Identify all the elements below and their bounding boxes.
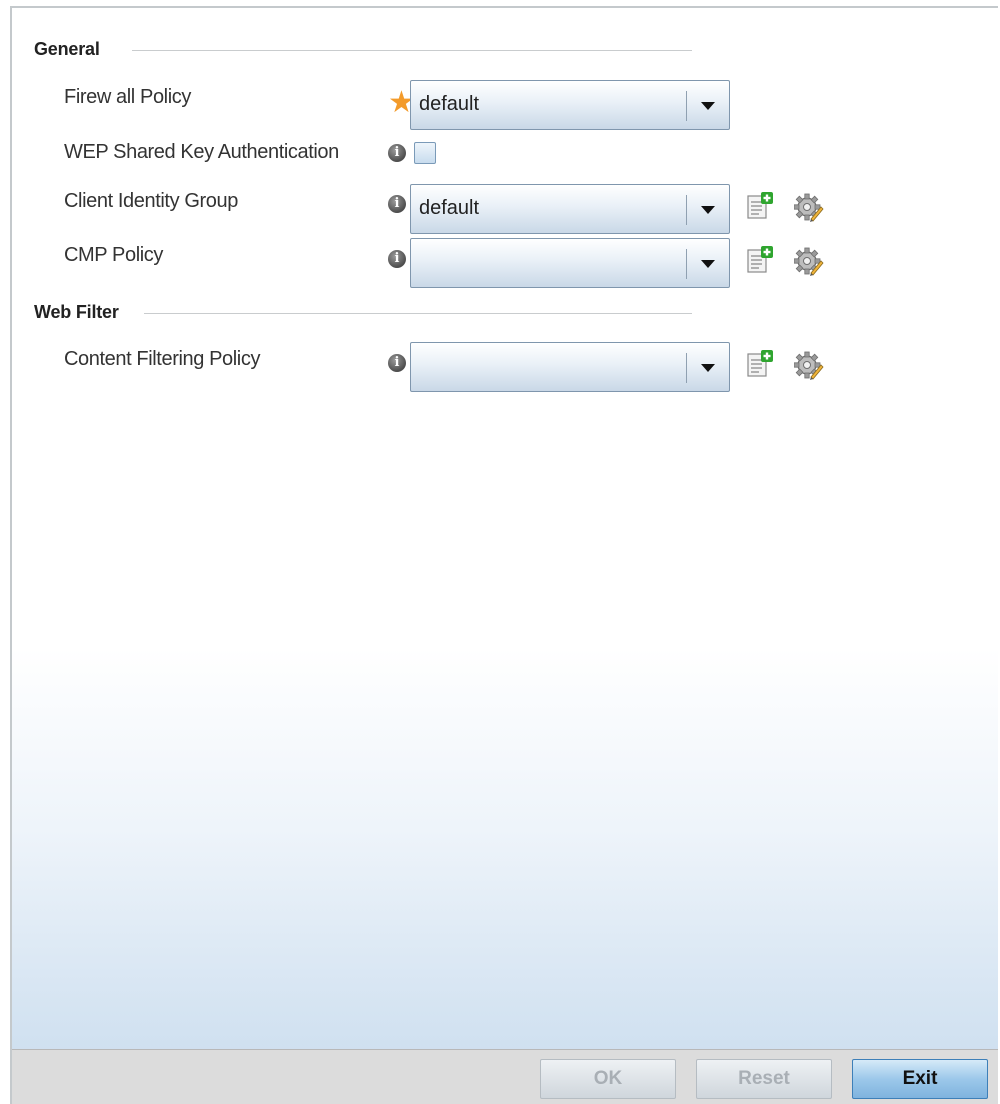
firewall-policy-select[interactable]: default: [410, 80, 730, 130]
client-identity-group-select[interactable]: default: [410, 184, 730, 234]
edit-policy-gear-icon[interactable]: [793, 246, 824, 276]
client-identity-group-value: default: [419, 197, 480, 219]
content-filtering-policy-label: Content Filtering Policy: [64, 348, 261, 370]
cmp-policy-select[interactable]: [410, 238, 730, 288]
cmp-policy-label: CMP Policy: [64, 244, 163, 266]
chevron-down-icon: [701, 102, 715, 110]
firewall-policy-label: Firew all Policy: [64, 86, 191, 108]
chevron-down-icon: [701, 260, 715, 268]
footer-bar: OK Reset Exit: [12, 1049, 998, 1104]
firewall-policy-value: default: [419, 93, 480, 115]
wep-shared-key-checkbox[interactable]: [414, 142, 436, 164]
create-policy-icon[interactable]: [746, 349, 776, 379]
create-policy-icon[interactable]: [746, 191, 776, 221]
wlan-security-panel: General Firew all Policy ★ default WEP S…: [10, 6, 998, 1104]
section-title-general: General: [34, 39, 100, 59]
exit-button[interactable]: Exit: [852, 1059, 988, 1099]
info-icon: i: [388, 250, 406, 268]
section-divider-general: [132, 50, 692, 51]
client-identity-group-label: Client Identity Group: [64, 190, 238, 212]
section-title-web-filter: Web Filter: [34, 302, 119, 322]
chevron-down-icon: [701, 364, 715, 372]
select-divider: [686, 249, 687, 279]
edit-policy-gear-icon[interactable]: [793, 350, 824, 380]
chevron-down-icon: [701, 206, 715, 214]
edit-policy-gear-icon[interactable]: [793, 192, 824, 222]
create-policy-icon[interactable]: [746, 245, 776, 275]
select-divider: [686, 353, 687, 383]
wep-shared-key-label: WEP Shared Key Authentication: [64, 141, 339, 163]
info-icon: i: [388, 144, 406, 162]
select-divider: [686, 195, 687, 225]
reset-button[interactable]: Reset: [696, 1059, 832, 1099]
section-divider-web-filter: [144, 313, 692, 314]
content-filtering-policy-select[interactable]: [410, 342, 730, 392]
info-icon: i: [388, 354, 406, 372]
info-icon: i: [388, 195, 406, 213]
ok-button[interactable]: OK: [540, 1059, 676, 1099]
select-divider: [686, 91, 687, 121]
